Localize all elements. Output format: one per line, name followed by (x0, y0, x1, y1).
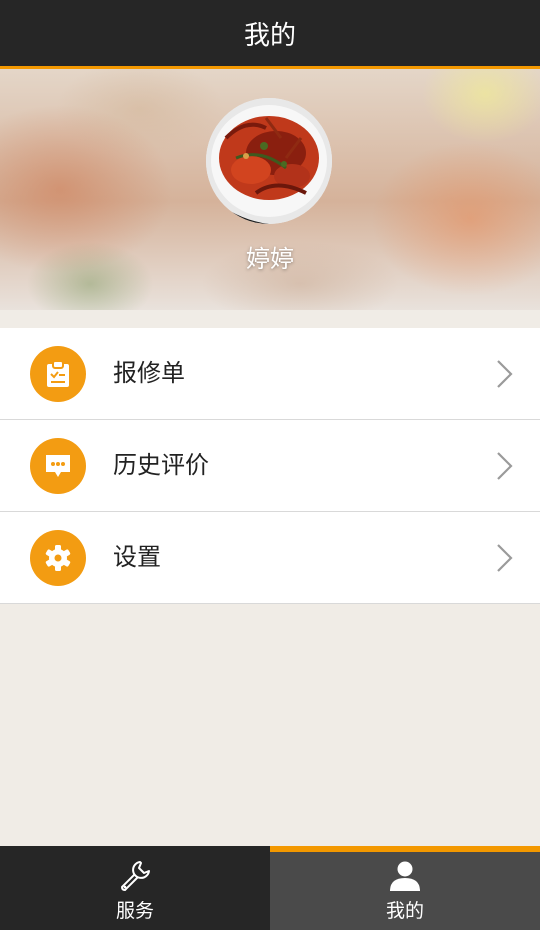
tab-label: 我的 (385, 900, 424, 922)
tab-service[interactable]: 服务 (0, 846, 270, 930)
clipboard-icon (30, 346, 86, 402)
crawfish-dish-photo (206, 98, 332, 224)
username: 婷婷 (246, 245, 294, 273)
avatar[interactable] (206, 98, 332, 224)
wrench-icon (118, 860, 152, 892)
tab-mine[interactable]: 我的 (270, 846, 540, 930)
chevron-right-icon (497, 544, 513, 572)
menu-item-label: 报修单 (113, 359, 185, 387)
menu-list: 报修单 历史评价 设置 (0, 328, 540, 604)
menu-item-history-reviews[interactable]: 历史评价 (0, 420, 540, 512)
chevron-right-icon (497, 360, 513, 388)
chat-bubble-icon (30, 438, 86, 494)
menu-item-repair-orders[interactable]: 报修单 (0, 328, 540, 420)
chevron-right-icon (497, 452, 513, 480)
menu-item-label: 设置 (113, 543, 161, 571)
tab-label: 服务 (115, 900, 154, 922)
tab-bar: 服务 我的 (0, 846, 540, 930)
profile-header: 婷婷 (0, 69, 540, 310)
person-icon (388, 860, 422, 892)
menu-item-settings[interactable]: 设置 (0, 512, 540, 604)
gear-icon (30, 530, 86, 586)
menu-item-label: 历史评价 (113, 451, 209, 479)
title-bar: 我的 (0, 0, 540, 69)
page-title: 我的 (243, 20, 296, 51)
